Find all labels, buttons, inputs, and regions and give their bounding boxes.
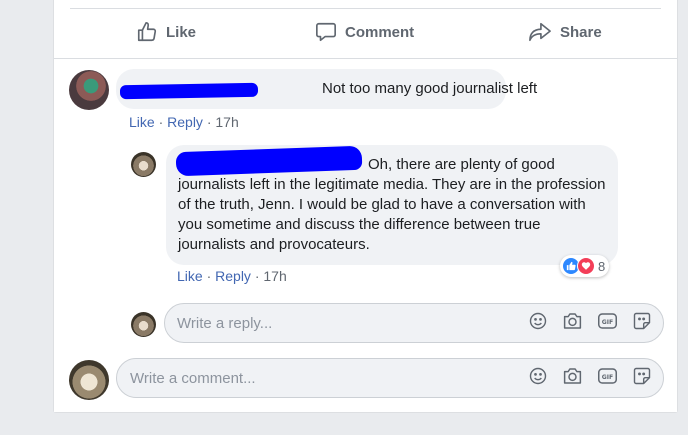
sticker-icon[interactable]	[632, 366, 652, 390]
separator: ·	[206, 268, 216, 284]
avatar[interactable]	[131, 152, 156, 177]
input-icon-bar: GIF	[528, 366, 652, 390]
reply-bubble: Oh, there are plenty of good journalists…	[166, 145, 618, 265]
divider-top	[70, 8, 661, 9]
avatar[interactable]	[69, 70, 109, 110]
comment-bubble: Not too many good journalist left	[116, 69, 537, 109]
post-card: Like Comment Share Not too many good jou…	[53, 0, 678, 413]
reply-reply-link[interactable]: Reply	[215, 268, 251, 284]
reply-input-placeholder[interactable]: Write a reply...	[177, 315, 528, 332]
reaction-count-value: 8	[598, 258, 606, 274]
share-button[interactable]: Share	[528, 21, 602, 43]
post-action-bar: Like Comment Share	[54, 12, 677, 56]
separator: ·	[158, 114, 168, 130]
speech-bubble-icon	[315, 21, 337, 43]
redacted-author-name	[175, 145, 363, 177]
reply-like-link[interactable]: Like	[177, 268, 203, 284]
sticker-icon[interactable]	[632, 311, 652, 335]
gif-icon[interactable]: GIF	[597, 311, 618, 335]
svg-text:GIF: GIF	[602, 374, 613, 381]
redacted-author-name	[119, 82, 259, 100]
input-icon-bar: GIF	[528, 311, 652, 335]
like-label: Like	[166, 23, 197, 41]
camera-icon[interactable]	[562, 311, 583, 335]
comment-text: Not too many good journalist left	[322, 80, 538, 97]
camera-icon[interactable]	[562, 366, 583, 390]
emoji-icon[interactable]	[528, 366, 548, 390]
share-label: Share	[560, 23, 602, 41]
share-arrow-icon	[528, 21, 552, 43]
reaction-count[interactable]: 8	[560, 255, 610, 277]
love-reaction-icon	[577, 257, 595, 275]
comments-section: Not too many good journalist left Like ·…	[54, 59, 677, 412]
avatar	[69, 360, 109, 400]
thumbs-up-icon	[136, 21, 158, 43]
like-button[interactable]: Like	[136, 21, 196, 43]
reply-input[interactable]: Write a reply... GIF	[164, 303, 664, 343]
comment-label: Comment	[345, 23, 415, 41]
comment-input-placeholder[interactable]: Write a comment...	[130, 370, 528, 387]
comment-actions: Like · Reply · 17h	[129, 114, 239, 130]
comment-timestamp[interactable]: 17h	[215, 114, 238, 130]
comment-like-link[interactable]: Like	[129, 114, 155, 130]
comment-input[interactable]: Write a comment... GIF	[116, 358, 664, 398]
emoji-icon[interactable]	[528, 311, 548, 335]
avatar	[131, 312, 156, 337]
reply-actions: Like · Reply · 17h	[177, 268, 287, 284]
gif-icon[interactable]: GIF	[597, 366, 618, 390]
comment-button[interactable]: Comment	[315, 21, 414, 43]
svg-text:GIF: GIF	[602, 319, 613, 326]
reply-timestamp[interactable]: 17h	[263, 268, 286, 284]
comment-reply-link[interactable]: Reply	[167, 114, 203, 130]
